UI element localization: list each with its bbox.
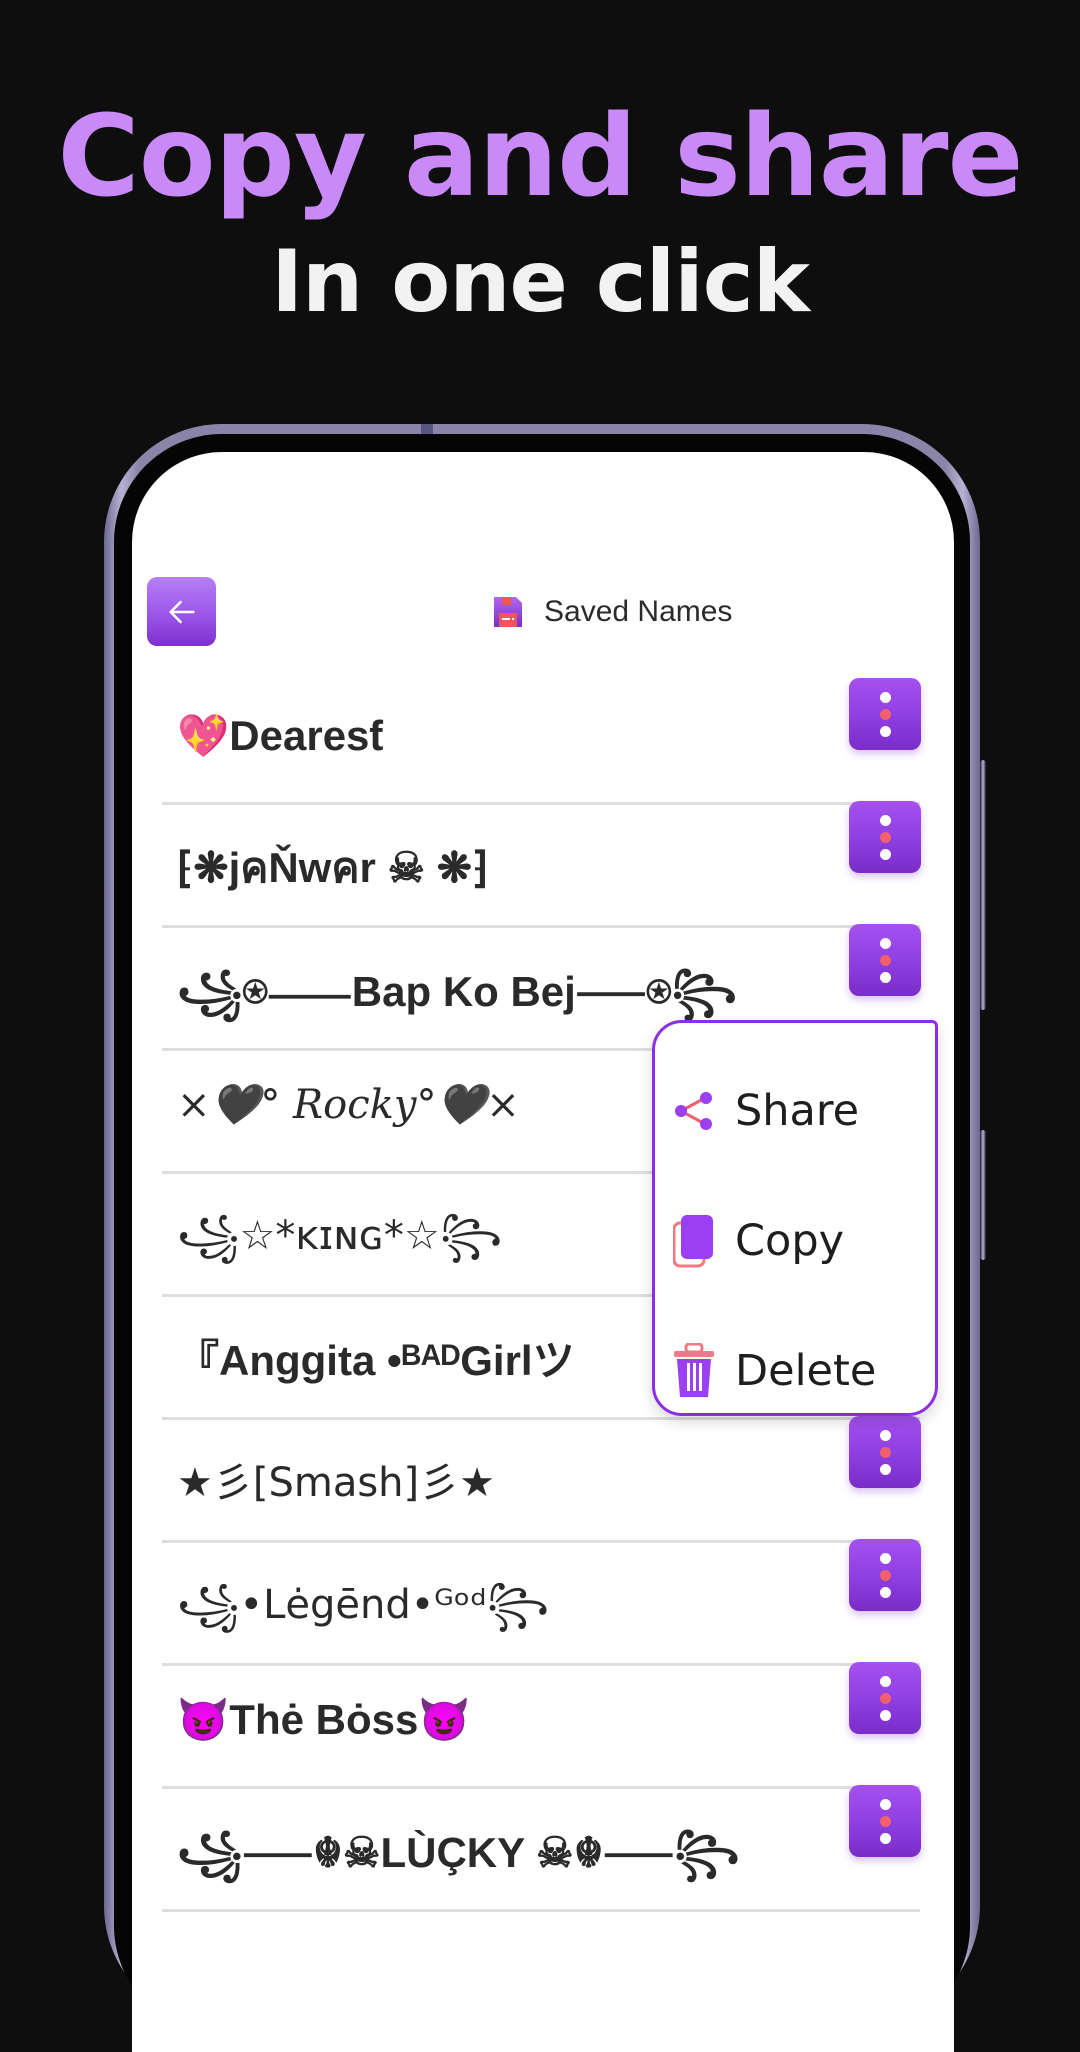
menu-item-delete[interactable]: Delete [673,1331,876,1411]
dot [879,937,891,949]
row-menu-button[interactable] [849,801,921,873]
dot [879,814,891,826]
dot [879,1429,891,1441]
promo-headline: Copy and share [57,92,1024,222]
dot [879,1709,891,1721]
row-divider [162,1909,920,1912]
more-vertical-icon [879,1429,891,1475]
menu-item-copy[interactable]: Copy [673,1201,844,1281]
row-menu-button[interactable] [849,678,921,750]
saved-name-text: 『Anggita •ᴮᴬᴰGirlツ [177,1337,575,1384]
arrow-left-icon [168,600,195,623]
row-menu-button[interactable] [849,1539,921,1611]
copy-icon [673,1215,713,1268]
dot [879,1446,891,1458]
dot [879,831,891,843]
dot [879,1798,891,1810]
dot [879,971,891,983]
list-item[interactable]: ⁅❋jคŇwคr ☠ ❋⁆ [132,801,954,928]
dot [879,1463,891,1475]
more-vertical-icon [879,814,891,860]
menu-item-share[interactable]: Share [673,1071,859,1151]
phone-volume-button [980,760,986,1010]
promo-subline: In one click [271,232,810,332]
saved-name-text: ꧁☆*ᴋɪɴɢ*☆꧂ [177,1213,503,1259]
list-item[interactable]: ★彡[Smash]彡★ [132,1416,954,1543]
dot [879,691,891,703]
menu-item-label: Delete [735,1346,877,1396]
page-header: Saved Names [492,592,732,632]
share-icon [675,1092,712,1130]
dot [879,1586,891,1598]
dot [879,1675,891,1687]
list-item[interactable]: 💖Dearesƭ [132,678,954,805]
phone-power-button [980,1130,986,1260]
context-menu: Share Copy Delete [652,1020,938,1416]
saved-name-text: ꧁⸺☬☠LÙÇKY ☠☬⸺꧂ [177,1829,740,1876]
list-item[interactable]: 😈Thė Bȯss😈 [132,1662,954,1789]
dot [879,1815,891,1827]
dot [879,725,891,737]
row-menu-button[interactable] [849,1785,921,1857]
dot [879,708,891,720]
menu-item-label: Copy [735,1216,845,1266]
dot [879,954,891,966]
saved-name-text: 💖Dearesƭ [177,712,384,759]
more-vertical-icon [879,937,891,983]
saved-name-text: ★彡[Smash]彡★ [177,1460,495,1506]
page-title: Saved Names [544,595,733,628]
list-item[interactable]: ꧁⸺☬☠LÙÇKY ☠☬⸺꧂ [132,1785,954,1912]
row-menu-button[interactable] [849,1662,921,1734]
trash-icon [674,1343,714,1397]
row-menu-button[interactable] [849,924,921,996]
dot [879,1832,891,1844]
dot [879,1569,891,1581]
more-vertical-icon [879,1675,891,1721]
saved-name-text: 😈Thė Bȯss😈 [177,1696,471,1743]
saved-name-text: ꧁•Lėgēnd•ᴳᵒᵈ꧂ [177,1582,550,1628]
saved-name-text: ⁅❋jคŇwคr ☠ ❋⁆ [177,844,489,891]
back-button[interactable] [147,577,216,646]
menu-item-label: Share [735,1086,860,1136]
saved-name-text: ×🖤° Rocky°🖤× [177,1082,520,1128]
list-item[interactable]: ꧁•Lėgēnd•ᴳᵒᵈ꧂ [132,1539,954,1666]
dot [879,848,891,860]
row-menu-button[interactable] [849,1416,921,1488]
dot [879,1692,891,1704]
more-vertical-icon [879,1552,891,1598]
more-vertical-icon [879,691,891,737]
dot [879,1552,891,1564]
saved-name-text: ꧁⍟⸺Bap Ko Bej⸺⍟꧂ [177,968,738,1015]
more-vertical-icon [879,1798,891,1844]
floppy-disk-icon [494,597,522,627]
